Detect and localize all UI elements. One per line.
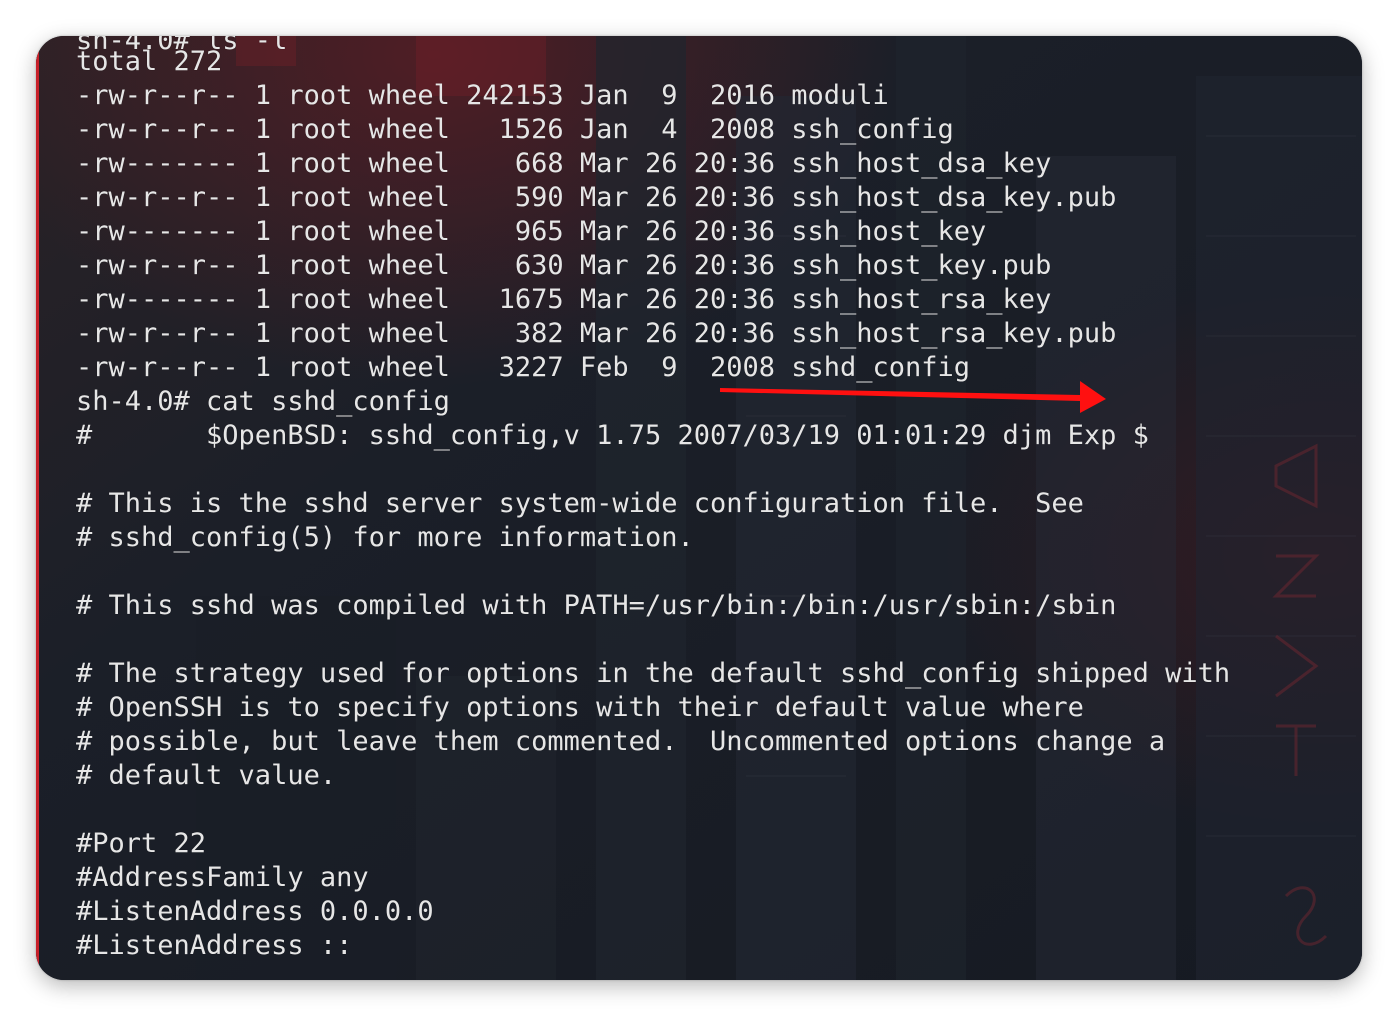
terminal-window[interactable]: sh-4.0# ls -l total 272 -rw-r--r-- 1 roo…: [36, 36, 1362, 980]
terminal-line: # The strategy used for options in the d…: [76, 658, 1231, 689]
terminal-line: # default value.: [76, 760, 337, 791]
terminal-line: # $OpenBSD: sshd_config,v 1.75 2007/03/1…: [76, 420, 1149, 451]
terminal-command-line: sh-4.0# cat sshd_config: [76, 386, 450, 417]
terminal-line: -rw-r--r-- 1 root wheel 1526 Jan 4 2008 …: [76, 114, 954, 145]
terminal-line: -rw-r--r-- 1 root wheel 590 Mar 26 20:36…: [76, 182, 1117, 213]
terminal-line: -rw-r--r-- 1 root wheel 242153 Jan 9 201…: [76, 80, 889, 111]
terminal-line: #Port 22: [76, 828, 207, 859]
terminal-line: -rw------- 1 root wheel 965 Mar 26 20:36…: [76, 216, 987, 247]
terminal-line: -rw-r--r-- 1 root wheel 3227 Feb 9 2008 …: [76, 352, 971, 383]
terminal-line: # OpenSSH is to specify options with the…: [76, 692, 1084, 723]
terminal-line: -rw------- 1 root wheel 1675 Mar 26 20:3…: [76, 284, 1052, 315]
terminal-line: #AddressFamily any: [76, 862, 369, 893]
terminal-line: #ListenAddress 0.0.0.0: [76, 896, 434, 927]
terminal-line: # This sshd was compiled with PATH=/usr/…: [76, 590, 1117, 621]
terminal-line: # possible, but leave them commented. Un…: [76, 726, 1166, 757]
terminal-line: -rw-r--r-- 1 root wheel 382 Mar 26 20:36…: [76, 318, 1117, 349]
terminal-line: -rw-r--r-- 1 root wheel 630 Mar 26 20:36…: [76, 250, 1052, 281]
terminal-line: # This is the sshd server system-wide co…: [76, 488, 1084, 519]
terminal-line: # sshd_config(5) for more information.: [76, 522, 694, 553]
terminal-line: #ListenAddress ::: [76, 930, 353, 961]
terminal-output[interactable]: sh-4.0# ls -l total 272 -rw-r--r-- 1 roo…: [76, 36, 1342, 980]
terminal-line: -rw------- 1 root wheel 668 Mar 26 20:36…: [76, 148, 1052, 179]
window-accent-edge: [36, 36, 39, 980]
terminal-line: total 272: [76, 46, 223, 77]
